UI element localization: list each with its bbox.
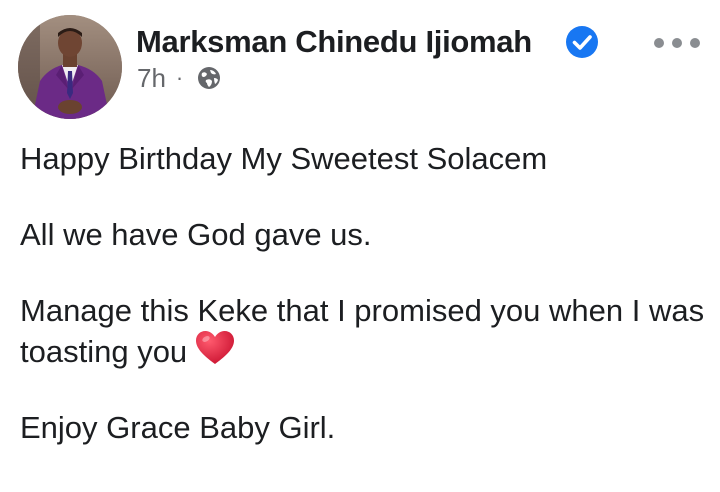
post-paragraph-4: Enjoy Grace Baby Girl. [20, 410, 336, 445]
verified-check-icon [566, 26, 598, 58]
post-paragraph-1: Happy Birthday My Sweetest Solacem [20, 141, 548, 176]
author-avatar[interactable] [18, 15, 122, 119]
globe-icon[interactable] [197, 66, 221, 90]
red-heart-icon [196, 331, 235, 364]
author-name[interactable]: Marksman Chinedu Ijiomah [136, 24, 532, 60]
post-card: Marksman Chinedu Ijiomah 7h · Happy Birt… [0, 0, 720, 492]
meta-separator: · [175, 65, 184, 90]
post-paragraph-2: All we have God gave us. [20, 217, 372, 252]
post-paragraph-3-text: Manage this Keke that I promised you whe… [20, 293, 705, 369]
more-options-icon [654, 38, 664, 48]
post-paragraph-3: Manage this Keke that I promised you whe… [20, 292, 710, 371]
post-text: Happy Birthday My Sweetest Solacem All w… [20, 140, 710, 485]
post-meta: 7h · [137, 62, 221, 94]
more-options-button[interactable] [654, 30, 700, 56]
post-timestamp[interactable]: 7h [137, 63, 166, 94]
